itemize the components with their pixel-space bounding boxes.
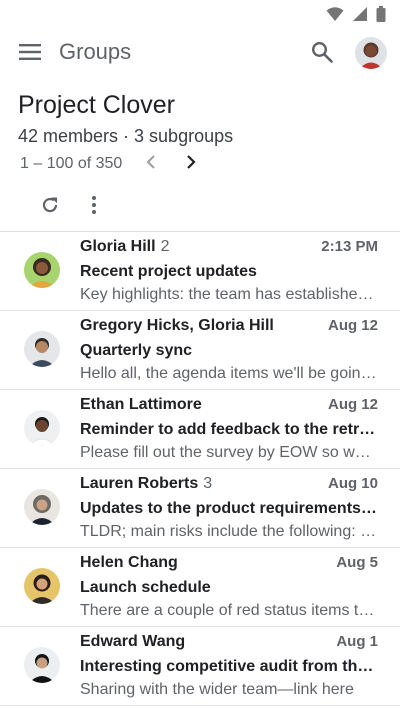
sender-name: Lauren Roberts — [80, 475, 199, 492]
conversation-time: 2:13 PM — [321, 238, 378, 255]
conversation-subject: Launch schedule — [80, 579, 211, 596]
conversation-body: Ethan Lattimore Aug 12 Reminder to add f… — [80, 396, 378, 464]
conversation-row[interactable]: Lauren Roberts 3 Aug 10 Updates to the pr… — [0, 469, 400, 548]
message-count: 2 — [160, 238, 170, 255]
sender-avatar — [24, 410, 60, 446]
app-bar: Groups — [0, 28, 400, 80]
page-range: 1 – 100 of 350 — [20, 155, 123, 172]
conversation-snippet: TLDR; main risks include the following: … — [80, 523, 377, 540]
sender-name: Gloria Hill — [80, 238, 156, 255]
sender-name: Ethan Lattimore — [80, 396, 202, 413]
conversation-row[interactable]: Helen Chang Aug 5 Launch schedule There … — [0, 548, 400, 627]
sender-name: Helen Chang — [80, 554, 178, 571]
conversation-subject: Quarterly sync — [80, 342, 193, 359]
search-button[interactable] — [307, 39, 337, 69]
message-count: 3 — [203, 475, 213, 492]
wifi-icon — [326, 6, 344, 27]
status-icons — [326, 6, 386, 27]
conversation-body: Edward Wang Aug 1 Interesting competitiv… — [80, 633, 378, 701]
sender-name: Edward Wang — [80, 633, 186, 650]
pagination: 1 – 100 of 350 — [20, 152, 196, 176]
menu-icon — [19, 43, 41, 65]
conversation-row[interactable]: Gregory Hicks, Gloria Hill Aug 12 Quarte… — [0, 311, 400, 390]
conversation-time: Aug 5 — [336, 554, 378, 571]
chevron-right-icon — [186, 154, 196, 174]
more-options-button[interactable] — [82, 194, 106, 220]
sender-avatar — [24, 568, 60, 604]
sender-avatar — [24, 252, 60, 288]
conversation-subject: Interesting competitive audit from the s… — [80, 658, 378, 675]
conversation-time: Aug 12 — [327, 317, 378, 334]
refresh-icon — [40, 195, 60, 220]
group-header: Project Clover 42 members · 3 subgroups — [18, 88, 382, 148]
conversation-row[interactable]: Ethan Lattimore Aug 12 Reminder to add f… — [0, 390, 400, 469]
conversation-snippet: There are a couple of red status items t… — [80, 602, 378, 619]
conversation-time: Aug 10 — [327, 475, 378, 492]
app-title: Groups — [59, 39, 132, 64]
previous-page-button[interactable] — [140, 152, 162, 176]
conversation-snippet: Sharing with the wider team—link here — [80, 681, 354, 698]
conversation-body: Gregory Hicks, Gloria Hill Aug 12 Quarte… — [80, 317, 378, 385]
conversation-subject: Reminder to add feedback to the retrosp… — [80, 421, 378, 438]
conversation-snippet: Hello all, the agenda items we'll be goi… — [80, 365, 378, 382]
conversation-body: Helen Chang Aug 5 Launch schedule There … — [80, 554, 378, 622]
conversation-time: Aug 12 — [327, 396, 378, 413]
conversation-row[interactable]: Gloria Hill 2 2:13 PM Recent project upda… — [0, 232, 400, 311]
conversation-snippet: Key highlights: the team has established… — [80, 286, 378, 303]
conversation-time: Aug 1 — [336, 633, 378, 650]
toolbar — [0, 192, 400, 222]
conversation-subject: Recent project updates — [80, 263, 257, 280]
group-name: Project Clover — [18, 91, 175, 119]
sender-avatar — [24, 647, 60, 683]
group-meta: 42 members · 3 subgroups — [18, 126, 234, 146]
more-vert-icon — [91, 195, 97, 220]
chevron-left-icon — [146, 154, 156, 174]
sender-name: Gregory Hicks, Gloria Hill — [80, 317, 274, 334]
conversation-body: Gloria Hill 2 2:13 PM Recent project upda… — [80, 238, 378, 306]
next-page-button[interactable] — [180, 152, 202, 176]
conversation-snippet: Please fill out the survey by EOW so we … — [80, 444, 378, 461]
search-icon — [311, 41, 333, 68]
battery-icon — [376, 6, 386, 27]
sender-avatar — [24, 331, 60, 367]
menu-button[interactable] — [16, 40, 44, 68]
conversation-list: Gloria Hill 2 2:13 PM Recent project upda… — [0, 231, 400, 706]
conversation-row[interactable]: Edward Wang Aug 1 Interesting competitiv… — [0, 627, 400, 706]
conversation-body: Lauren Roberts 3 Aug 10 Updates to the pr… — [80, 475, 378, 543]
refresh-button[interactable] — [37, 194, 63, 220]
signal-icon — [352, 6, 368, 27]
status-bar — [0, 0, 400, 28]
account-avatar[interactable] — [355, 37, 387, 69]
sender-avatar — [24, 489, 60, 525]
conversation-subject: Updates to the product requirements doc — [80, 500, 378, 517]
